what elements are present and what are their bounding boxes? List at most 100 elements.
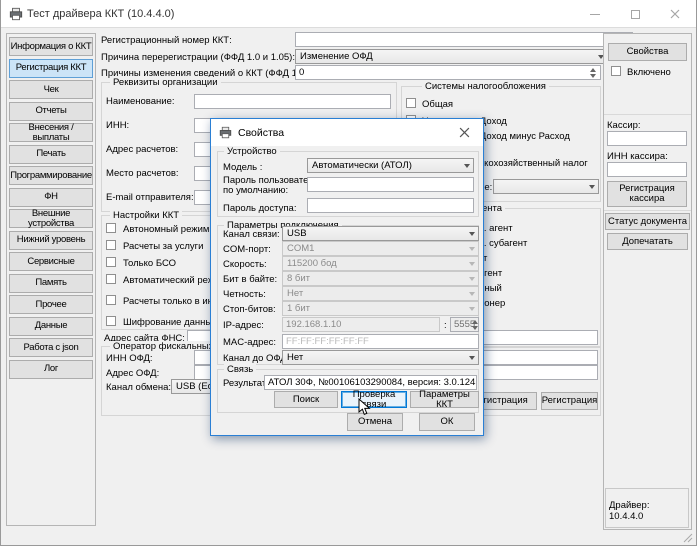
check-connection-button[interactable]: Проверка связи — [341, 391, 407, 408]
sidebar-item-log[interactable]: Лог — [9, 360, 93, 379]
rereg-reason-combobox[interactable]: Изменение ОФД — [295, 49, 608, 64]
autonomous-mode-checkbox[interactable] — [106, 223, 116, 233]
tax-group-title: Системы налогообложения — [422, 81, 549, 92]
org-name-label: Наименование: — [106, 96, 175, 108]
tax-default-combobox[interactable] — [493, 179, 599, 194]
org-inn-label: ИНН: — [106, 120, 129, 132]
rereg-reason-label: Причина перерегистрации (ФФД 1.0 и 1.05)… — [101, 52, 295, 64]
sidebar-item-programming[interactable]: Программирование — [9, 166, 93, 185]
model-combobox[interactable]: Автоматически (АТОЛ) — [307, 158, 474, 173]
window-title: Тест драйвера ККТ (10.4.4.0) — [27, 8, 174, 20]
sidebar-item-other[interactable]: Прочее — [9, 295, 93, 314]
org-group-title: Реквизиты организации — [110, 77, 221, 88]
minimize-button[interactable] — [578, 0, 612, 28]
reg-number-input[interactable] — [295, 32, 633, 47]
right-panel — [603, 33, 692, 530]
mac-address-label: MAC-адрес: — [223, 337, 276, 349]
reg-button[interactable]: Регистрация — [541, 392, 598, 410]
ip-address-label: IP-адрес: — [223, 320, 264, 332]
chevron-down-icon — [469, 262, 475, 266]
sidebar: Информация о ККТ Регистрация ККТ Чек Отч… — [6, 33, 96, 526]
access-password-label: Пароль доступа: — [223, 203, 296, 215]
sidebar-item-external-devices[interactable]: Внешние устройства — [9, 209, 93, 228]
properties-dialog: Свойства Устройство Модель : Автоматичес… — [210, 118, 484, 436]
printer-icon — [219, 126, 232, 142]
doc-status-button[interactable]: Статус документа — [605, 213, 690, 230]
internet-only-checkbox[interactable] — [106, 295, 116, 305]
dialog-close-button[interactable] — [459, 127, 470, 141]
cashier-reg-button[interactable]: Регистрация кассира — [607, 181, 687, 207]
panel-separator — [604, 210, 691, 211]
cancel-button[interactable]: Отмена — [347, 413, 403, 431]
sidebar-item-deposits[interactable]: Внесения / выплаты — [9, 123, 93, 142]
autonomous-mode-label: Автономный режим — [123, 224, 209, 236]
services-label: Расчеты за услуги — [123, 241, 203, 253]
bso-only-checkbox[interactable] — [106, 257, 116, 267]
kkt-settings-title: Настройки ККТ — [110, 210, 182, 221]
kkt-params-button[interactable]: Параметры ККТ — [410, 391, 479, 408]
cashier-input[interactable] — [607, 131, 687, 146]
org-name-input[interactable] — [194, 94, 391, 109]
title-bar: Тест драйвера ККТ (10.4.4.0) — [1, 0, 696, 28]
change-reasons-spinner[interactable] — [587, 66, 598, 79]
maximize-button[interactable] — [618, 0, 652, 28]
change-reasons-input[interactable]: 0 — [295, 65, 601, 80]
sidebar-item-service[interactable]: Сервисные — [9, 252, 93, 271]
sidebar-item-receipt[interactable]: Чек — [9, 80, 93, 99]
parity-value: Нет — [287, 288, 303, 299]
tax-osn-label: Общая — [422, 99, 453, 111]
driver-version: 10.4.4.0 — [609, 511, 643, 523]
access-password-input[interactable] — [307, 198, 474, 213]
enabled-checkbox[interactable] — [611, 66, 621, 76]
parity-combobox: Нет — [282, 286, 479, 301]
chevron-down-icon — [589, 185, 595, 189]
encryption-label: Шифрование данных — [123, 317, 217, 329]
sidebar-item-low-level[interactable]: Нижний уровень — [9, 231, 93, 250]
search-button[interactable]: Поиск — [274, 391, 338, 408]
device-group-title: Устройство — [224, 146, 280, 157]
link-channel-combobox[interactable]: USB — [282, 226, 479, 241]
org-email-label: E-mail отправителя: — [106, 192, 194, 204]
ok-button[interactable]: ОК — [419, 413, 475, 431]
data-bits-combobox: 8 бит — [282, 271, 479, 286]
sidebar-item-print[interactable]: Печать — [9, 145, 93, 164]
chevron-down-icon — [469, 232, 475, 236]
sidebar-item-fn[interactable]: ФН — [9, 188, 93, 207]
enabled-label: Включено — [627, 67, 671, 79]
chevron-down-icon — [469, 356, 475, 360]
panel-separator — [604, 114, 691, 115]
bso-only-label: Только БСО — [123, 258, 176, 270]
automatic-mode-checkbox[interactable] — [106, 274, 116, 284]
sidebar-item-kkt-registration[interactable]: Регистрация ККТ — [9, 59, 93, 78]
sidebar-item-reports[interactable]: Отчеты — [9, 102, 93, 121]
sidebar-item-kkt-info[interactable]: Информация о ККТ — [9, 37, 93, 56]
ofd-channel-combobox[interactable]: Нет — [282, 350, 479, 365]
ip-port-spinner[interactable] — [469, 318, 480, 331]
sidebar-item-json[interactable]: Работа с json — [9, 338, 93, 357]
close-button[interactable] — [658, 0, 692, 28]
services-checkbox[interactable] — [106, 240, 116, 250]
reg-number-label: Регистрационный номер ККТ: — [101, 35, 232, 47]
maximize-icon — [631, 10, 640, 19]
close-icon — [459, 127, 470, 138]
stop-bits-label: Стоп-битов: — [223, 304, 276, 316]
com-port-value: COM1 — [287, 243, 314, 254]
parity-label: Четность: — [223, 289, 266, 301]
user-password-input[interactable] — [307, 177, 474, 192]
properties-button[interactable]: Свойства — [608, 43, 687, 61]
chevron-down-icon — [469, 277, 475, 281]
baud-rate-combobox: 115200 бод — [282, 256, 479, 271]
encryption-checkbox[interactable] — [106, 316, 116, 326]
sidebar-item-memory[interactable]: Память — [9, 274, 93, 293]
dialog-title-bar: Свойства — [211, 119, 483, 146]
result-field[interactable]: АТОЛ 30Ф, №00106103290084, версия: 3.0.1… — [264, 375, 477, 390]
print-more-button[interactable]: Допечатать — [607, 233, 688, 250]
resize-grip[interactable] — [683, 533, 693, 543]
cashier-inn-input[interactable] — [607, 162, 687, 177]
tax-osn-checkbox[interactable] — [406, 98, 416, 108]
org-place-label: Место расчетов: — [106, 168, 179, 180]
link-channel-label: Канал связи: — [223, 229, 280, 241]
user-password-label-line2: по умолчанию: — [223, 185, 288, 197]
baud-rate-label: Скорость: — [223, 259, 267, 271]
sidebar-item-data[interactable]: Данные — [9, 317, 93, 336]
